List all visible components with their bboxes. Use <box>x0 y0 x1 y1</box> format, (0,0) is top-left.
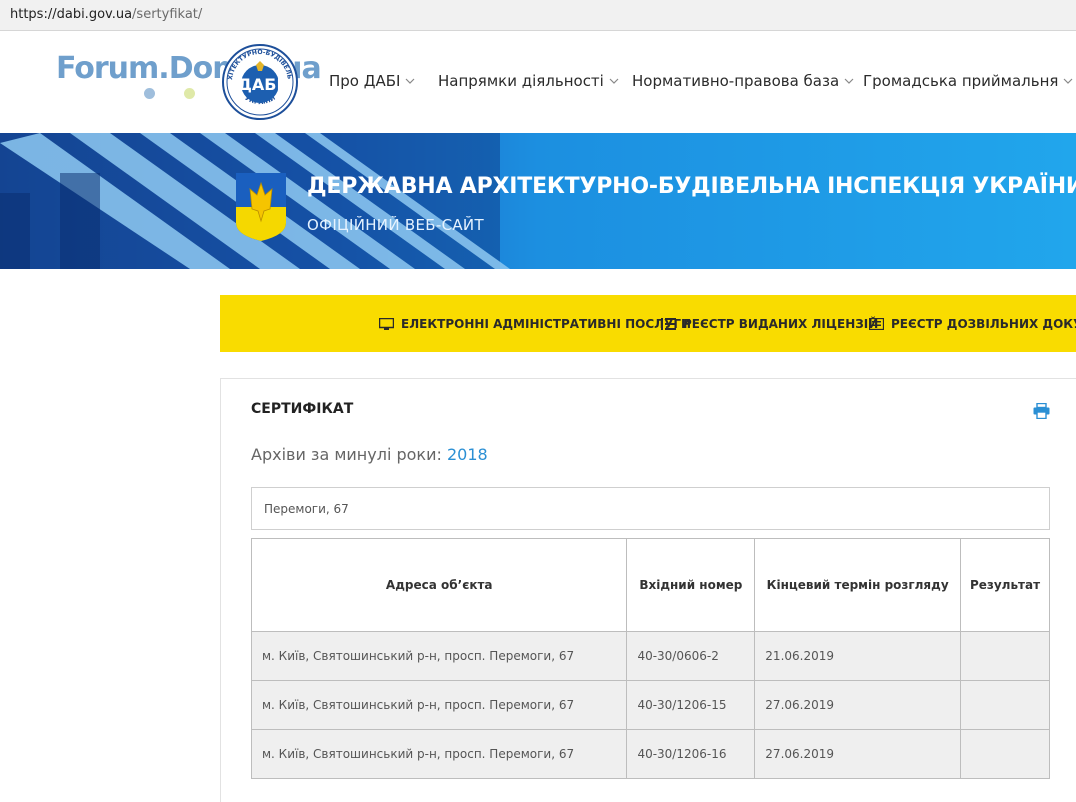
cell-incoming-number: 40-30/1206-16 <box>626 729 756 779</box>
url-host: https://dabi.gov.ua <box>10 7 133 22</box>
service-link-e-services[interactable]: ЕЛЕКТРОННІ АДМІНІСТРАТИВНІ ПОСЛУГИ <box>379 317 691 331</box>
cell-result <box>960 631 1050 681</box>
service-link-permit-registry[interactable]: РЕЄСТР ДОЗВІЛЬНИХ ДОКУМЕНТ <box>869 317 1076 331</box>
nav-label: Напрямки діяльності <box>438 72 604 90</box>
site-header: Forum.Domik.ua АРХІТЕКТУРНО-БУДІВЕЛЬНА У… <box>0 32 1076 133</box>
nav-item-directions[interactable]: Напрямки діяльності <box>438 72 619 90</box>
print-icon[interactable] <box>1033 403 1050 419</box>
chevron-down-icon <box>1064 78 1073 84</box>
cell-result <box>960 729 1050 779</box>
column-header-result[interactable]: Результат <box>960 538 1050 632</box>
service-label: РЕЄСТР ДОЗВІЛЬНИХ ДОКУМЕНТ <box>891 317 1076 331</box>
nav-label: Громадська приймальня <box>863 72 1059 90</box>
ukraine-coat-of-arms-icon <box>236 173 286 241</box>
column-header-address[interactable]: Адреса об’єкта <box>250 538 628 632</box>
hero-banner: ДЕРЖАВНА АРХІТЕКТУРНО-БУДІВЕЛЬНА ІНСПЕКЦ… <box>0 133 1076 269</box>
column-header-incoming-number[interactable]: Вхідний номер <box>626 538 756 632</box>
cell-incoming-number: 40-30/1206-15 <box>626 680 756 730</box>
cell-address: м. Київ, Святошинський р-н, просп. Перем… <box>250 631 628 681</box>
archives-line: Архіви за минулі роки: 2018 <box>251 445 488 464</box>
cell-deadline: 27.06.2019 <box>754 680 962 730</box>
cell-result <box>960 680 1050 730</box>
nav-item-legal-base[interactable]: Нормативно-правова база <box>632 72 854 90</box>
services-bar: ЕЛЕКТРОННІ АДМІНІСТРАТИВНІ ПОСЛУГИ РЕЄСТ… <box>220 295 1076 352</box>
cell-address: м. Київ, Святошинський р-н, просп. Перем… <box>250 729 628 779</box>
banner-subtitle: ОФІЦІЙНИЙ ВЕБ-САЙТ <box>307 216 484 234</box>
content-card: СЕРТИФІКАТ Архіви за минулі роки: 2018 А… <box>220 378 1076 802</box>
certificate-table: Адреса об’єкта Вхідний номер Кінцевий те… <box>250 538 1050 779</box>
table-row: м. Київ, Святошинський р-н, просп. Перем… <box>250 631 1050 681</box>
cell-deadline: 27.06.2019 <box>754 729 962 779</box>
chevron-down-icon <box>844 78 854 84</box>
browser-address-bar[interactable]: https://dabi.gov.ua/sertyfikat/ <box>0 0 1076 31</box>
building-facade-graphic <box>0 133 510 269</box>
nav-label: Про ДАБІ <box>329 72 401 90</box>
cell-address: м. Київ, Святошинський р-н, просп. Перем… <box>250 680 628 730</box>
url-path: /sertyfikat/ <box>132 7 203 22</box>
url-text[interactable]: https://dabi.gov.ua/sertyfikat/ <box>10 7 202 22</box>
dabi-seal-logo[interactable]: АРХІТЕКТУРНО-БУДІВЕЛЬНА УКРАЇНИ ДАБІ <box>222 44 298 120</box>
banner-title: ДЕРЖАВНА АРХІТЕКТУРНО-БУДІВЕЛЬНА ІНСПЕКЦ… <box>307 174 1076 199</box>
chevron-down-icon <box>406 78 415 84</box>
service-label: РЕЄСТР ВИДАНИХ ЛІЦЕНЗІЙ <box>683 317 879 331</box>
archive-year-link[interactable]: 2018 <box>447 445 488 464</box>
archives-label: Архіви за минулі роки: <box>251 445 442 464</box>
search-input[interactable] <box>251 487 1050 530</box>
nav-label: Нормативно-правова база <box>632 72 840 90</box>
page-title: СЕРТИФІКАТ <box>251 401 354 417</box>
cell-deadline: 21.06.2019 <box>754 631 962 681</box>
monitor-icon <box>379 318 394 330</box>
svg-text:ДАБІ: ДАБІ <box>238 75 283 94</box>
nav-item-public-reception[interactable]: Громадська приймальня <box>863 72 1073 90</box>
list-icon <box>661 318 676 330</box>
table-row: м. Київ, Святошинський р-н, просп. Перем… <box>250 680 1050 730</box>
table-header-row: Адреса об’єкта Вхідний номер Кінцевий те… <box>250 538 1050 632</box>
chevron-down-icon <box>609 78 619 84</box>
service-label: ЕЛЕКТРОННІ АДМІНІСТРАТИВНІ ПОСЛУГИ <box>401 317 692 331</box>
service-link-license-registry[interactable]: РЕЄСТР ВИДАНИХ ЛІЦЕНЗІЙ <box>661 317 878 331</box>
cell-incoming-number: 40-30/0606-2 <box>626 631 756 681</box>
table-row: м. Київ, Святошинський р-н, просп. Перем… <box>250 729 1050 779</box>
column-header-deadline[interactable]: Кінцевий термін розгляду <box>754 538 962 632</box>
nav-item-about[interactable]: Про ДАБІ <box>329 72 415 90</box>
document-icon <box>869 318 884 330</box>
